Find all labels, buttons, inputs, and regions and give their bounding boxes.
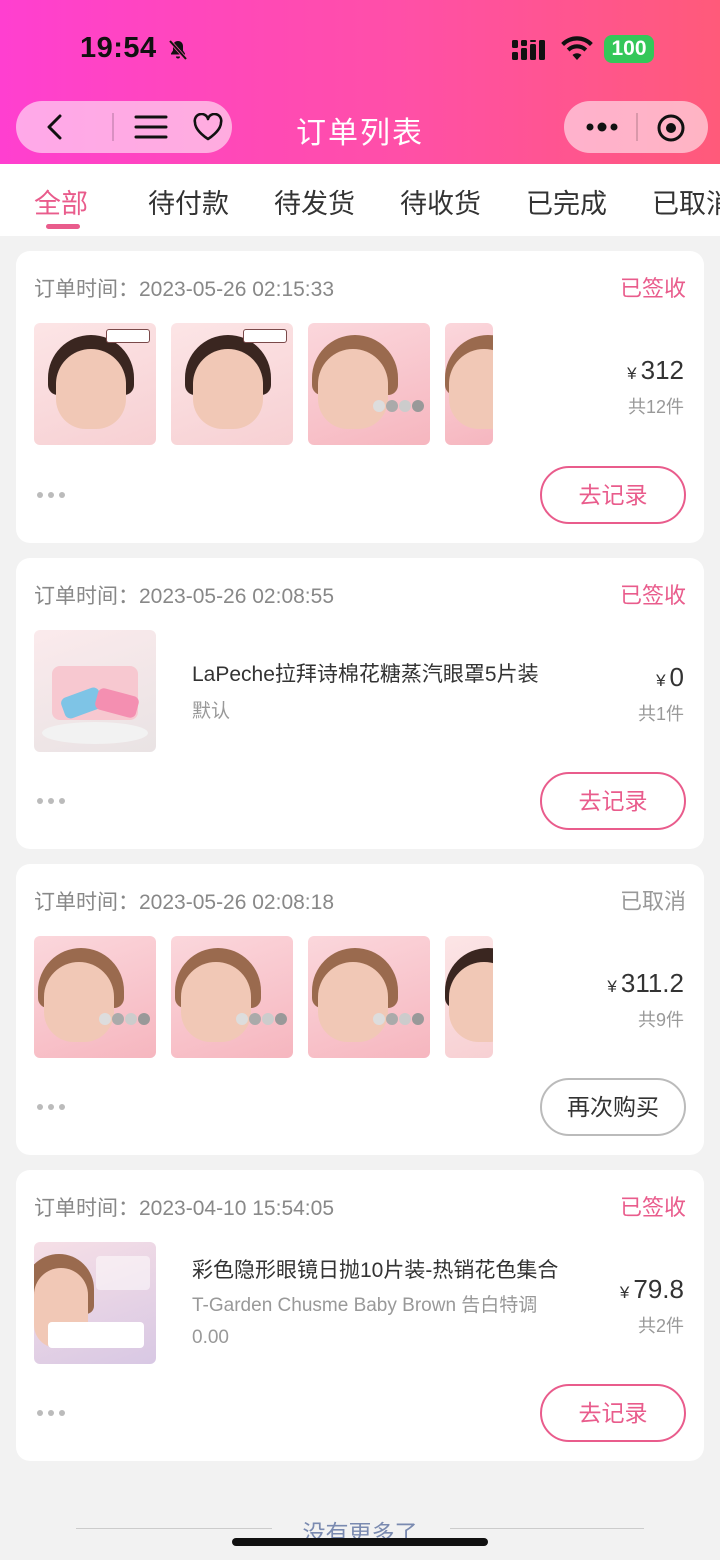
- order-time: 订单时间：2023-04-10 15:54:05: [34, 1192, 334, 1222]
- order-status: 已取消: [619, 889, 686, 914]
- product-thumbnail[interactable]: [171, 323, 293, 445]
- lens-swatches-icon: [373, 400, 424, 412]
- mute-bell-icon: [168, 39, 188, 61]
- more-options-icon[interactable]: [36, 1103, 66, 1111]
- thumb-face: [181, 962, 251, 1042]
- order-time-value: 2023-05-26 02:08:18: [139, 891, 334, 914]
- order-status: 已签收: [619, 276, 686, 301]
- order-time: 订单时间：2023-05-26 02:08:55: [34, 580, 334, 610]
- thumb-face: [56, 349, 126, 429]
- capsule-divider: [636, 113, 638, 141]
- currency-symbol: ¥: [627, 364, 637, 383]
- close-target-icon[interactable]: [656, 113, 686, 143]
- home-indicator[interactable]: [232, 1538, 488, 1546]
- tab-cancelled[interactable]: 已取消: [652, 182, 720, 221]
- thumb-brand-tag: [106, 329, 150, 343]
- price-value: 312: [640, 355, 684, 385]
- active-tab-indicator: [46, 224, 80, 229]
- product-variant-extra: 0.00: [192, 1327, 229, 1348]
- order-card[interactable]: 订单时间：2023-05-26 02:15:33 已签收 ¥312 共12件 去…: [16, 251, 704, 543]
- order-card[interactable]: 订单时间：2023-05-26 02:08:55 已签收 LaPeche拉拜诗棉…: [16, 558, 704, 849]
- order-time-label: 订单时间：: [34, 585, 139, 608]
- cellular-signal-icon: [512, 40, 545, 60]
- thumb-face: [193, 349, 263, 429]
- item-count: 共9件: [637, 1010, 684, 1030]
- currency-symbol: ¥: [656, 671, 666, 690]
- product-thumbnail[interactable]: [445, 323, 493, 445]
- record-button[interactable]: 去记录: [540, 1384, 686, 1442]
- thumb-face: [44, 962, 114, 1042]
- header-bar: 19:54 100 订单列表: [0, 0, 720, 164]
- product-title: LaPeche拉拜诗棉花糖蒸汽眼罩5片装: [192, 663, 539, 686]
- order-time-value: 2023-04-10 15:54:05: [139, 1197, 334, 1220]
- thumb-face: [318, 349, 388, 429]
- order-price: ¥0: [656, 662, 684, 693]
- order-time-label: 订单时间：: [34, 1197, 139, 1220]
- order-time-label: 订单时间：: [34, 891, 139, 914]
- product-thumbnail[interactable]: [445, 936, 493, 1058]
- lens-swatches-icon: [236, 1013, 287, 1025]
- order-time-value: 2023-05-26 02:08:55: [139, 585, 334, 608]
- order-status: 已签收: [619, 583, 686, 608]
- product-thumbnail[interactable]: [34, 936, 156, 1058]
- more-dots-icon[interactable]: [584, 113, 620, 141]
- product-variant: T-Garden Chusme Baby Brown 告白特调: [192, 1295, 538, 1316]
- more-options-icon[interactable]: [36, 797, 66, 805]
- product-thumbnail[interactable]: [308, 936, 430, 1058]
- order-time-label: 订单时间：: [34, 278, 139, 301]
- tab-pending-shipment[interactable]: 待发货: [274, 182, 355, 221]
- item-count: 共2件: [637, 1316, 684, 1336]
- thumb-face: [318, 962, 388, 1042]
- order-time: 订单时间：2023-05-26 02:08:18: [34, 886, 334, 916]
- order-status: 已签收: [619, 1195, 686, 1220]
- product-thumbnail[interactable]: [308, 323, 430, 445]
- price-value: 79.8: [633, 1274, 684, 1304]
- status-time: 19:54: [80, 32, 157, 64]
- tab-pending-payment[interactable]: 待付款: [148, 182, 229, 221]
- wifi-icon: [561, 36, 593, 60]
- more-options-icon[interactable]: [36, 491, 66, 499]
- tab-all[interactable]: 全部: [34, 182, 88, 221]
- order-price: ¥79.8: [620, 1274, 684, 1305]
- lens-swatches-icon: [373, 1013, 424, 1025]
- item-count: 共12件: [627, 397, 684, 417]
- more-options-icon[interactable]: [36, 1409, 66, 1417]
- price-value: 0: [669, 662, 684, 692]
- order-time: 订单时间：2023-05-26 02:15:33: [34, 273, 334, 303]
- record-button[interactable]: 去记录: [540, 466, 686, 524]
- product-thumbnail[interactable]: [171, 936, 293, 1058]
- price-value: 311.2: [620, 968, 684, 998]
- battery-indicator: 100: [604, 35, 654, 63]
- tab-pending-receipt[interactable]: 待收货: [400, 182, 481, 221]
- product-stand-shape: [42, 722, 148, 744]
- currency-symbol: ¥: [607, 977, 617, 996]
- order-tabs: 全部 待付款 待发货 待收货 已完成 已取消: [0, 164, 720, 236]
- buy-again-button[interactable]: 再次购买: [540, 1078, 686, 1136]
- status-bar: 19:54 100: [0, 30, 720, 70]
- order-card[interactable]: 订单时间：2023-04-10 15:54:05 已签收 彩色隐形眼镜日抛10片…: [16, 1170, 704, 1461]
- thumb-brand-tag: [243, 329, 287, 343]
- lens-swatches-icon: [99, 1013, 150, 1025]
- order-price: ¥311.2: [607, 968, 684, 999]
- item-count: 共1件: [637, 704, 684, 724]
- order-price: ¥312: [627, 355, 684, 386]
- promo-label-box: [96, 1256, 150, 1290]
- record-button[interactable]: 去记录: [540, 772, 686, 830]
- product-thumbnail[interactable]: [34, 1242, 156, 1364]
- product-variant: 默认: [192, 701, 231, 722]
- order-time-value: 2023-05-26 02:15:33: [139, 278, 334, 301]
- tab-completed[interactable]: 已完成: [526, 182, 607, 221]
- order-card[interactable]: 订单时间：2023-05-26 02:08:18 已取消 ¥311.2 共9件 …: [16, 864, 704, 1155]
- product-thumbnail[interactable]: [34, 323, 156, 445]
- currency-symbol: ¥: [619, 1283, 630, 1302]
- product-boxes-shape: [48, 1322, 144, 1348]
- product-title: 彩色隐形眼镜日抛10片装-热销花色集合: [192, 1259, 559, 1282]
- product-thumbnail[interactable]: [34, 630, 156, 752]
- nav-right-capsule: [564, 101, 708, 153]
